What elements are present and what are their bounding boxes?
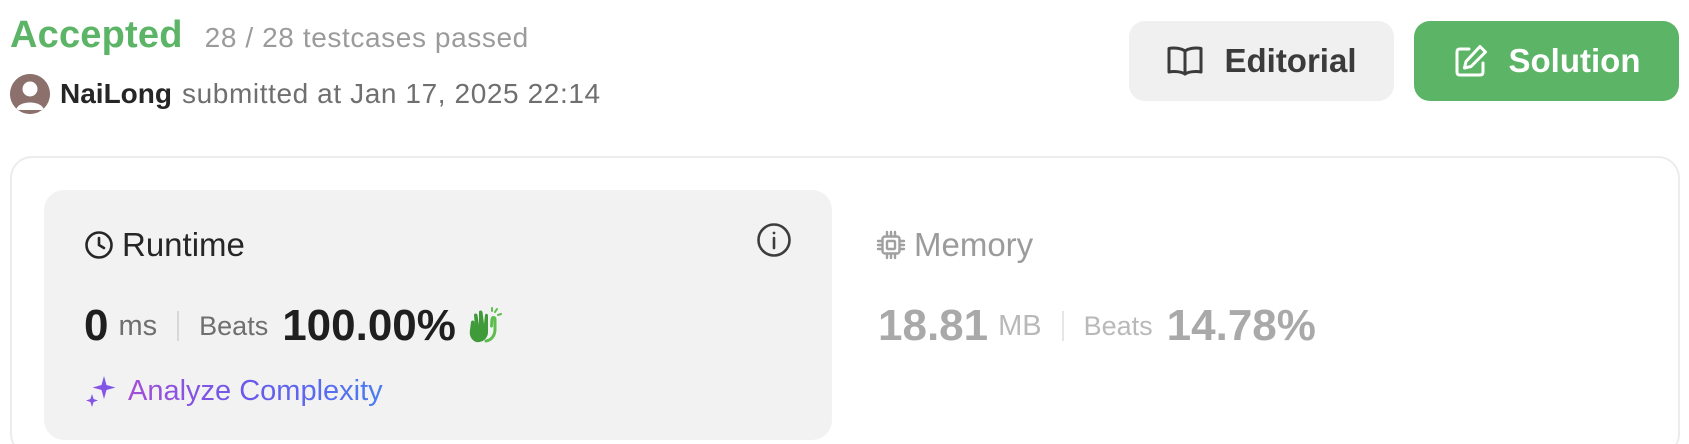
submission-result-page: Accepted 28 / 28 testcases passed NaiLon… [0, 0, 1689, 444]
editorial-label: Editorial [1224, 42, 1357, 79]
runtime-value: 0 [84, 301, 109, 350]
memory-header: Memory [876, 226, 1033, 264]
runtime-panel[interactable]: Runtime 0 ms Beats 100.00% Analyze Compl… [44, 190, 832, 440]
solution-label: Solution [1508, 42, 1641, 79]
analyze-complexity-link[interactable]: Analyze Complexity [84, 374, 383, 408]
user-avatar-icon[interactable] [10, 74, 50, 114]
clapping-hands-icon [462, 306, 502, 346]
submitted-at-text: submitted at Jan 17, 2025 22:14 [182, 78, 601, 109]
memory-beats-label: Beats [1083, 310, 1153, 341]
memory-value: 18.81 [878, 301, 989, 350]
runtime-beats-value: 100.00% [282, 301, 456, 350]
status-title: Accepted [10, 14, 183, 56]
memory-beats-value: 14.78% [1166, 301, 1316, 350]
status-line: Accepted 28 / 28 testcases passed [10, 14, 529, 57]
stats-card: Runtime 0 ms Beats 100.00% Analyze Compl… [10, 156, 1680, 444]
analyze-complexity-label: Analyze Complexity [128, 374, 383, 407]
divider [1061, 311, 1064, 341]
runtime-title: Runtime [122, 226, 245, 263]
book-open-icon [1166, 45, 1204, 77]
runtime-unit: ms [118, 309, 158, 342]
memory-unit: MB [998, 309, 1042, 342]
memory-panel[interactable]: Memory 18.81 MB Beats 14.78% [872, 190, 1632, 440]
clock-icon [84, 230, 114, 260]
sparkle-icon [84, 374, 118, 408]
runtime-beats-label: Beats [199, 310, 269, 341]
runtime-header: Runtime [84, 226, 245, 264]
divider [177, 311, 180, 341]
solution-button[interactable]: Solution [1414, 21, 1679, 101]
testcases-passed-text: 28 / 28 testcases passed [204, 22, 529, 53]
memory-title: Memory [914, 226, 1034, 263]
username-link[interactable]: NaiLong [60, 78, 172, 110]
chip-icon [876, 230, 906, 260]
memory-value-row: 18.81 MB Beats 14.78% [878, 298, 1316, 354]
edit-pencil-icon [1453, 43, 1489, 79]
submission-info: NaiLong submitted at Jan 17, 2025 22:14 [10, 74, 601, 114]
info-circle-icon[interactable] [756, 222, 792, 258]
editorial-button[interactable]: Editorial [1129, 21, 1394, 101]
runtime-value-row: 0 ms Beats 100.00% [84, 298, 502, 354]
